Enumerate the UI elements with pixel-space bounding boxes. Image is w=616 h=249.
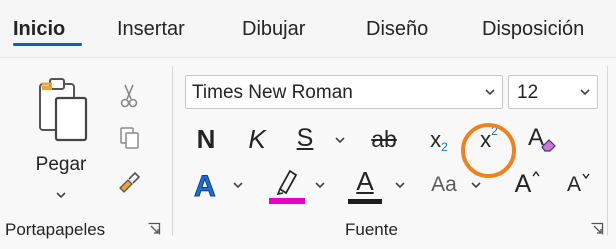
ribbon: Pegar Portapapeles Times New Roman 12 N … xyxy=(0,58,616,249)
tab-inicio[interactable]: Inicio xyxy=(13,18,65,41)
highlight-color-button[interactable] xyxy=(268,164,306,206)
ribbon-tabs: Inicio Insertar Dibujar Diseño Disposici… xyxy=(0,0,616,60)
chevron-down-icon xyxy=(580,89,590,96)
highlighter-icon xyxy=(269,169,305,204)
text-effects-icon: A xyxy=(194,170,217,203)
font-color-letter: A xyxy=(356,166,374,196)
font-color-button[interactable]: A xyxy=(348,164,382,206)
grow-font-letter: A xyxy=(514,169,532,198)
font-name-combobox[interactable]: Times New Roman xyxy=(185,75,503,109)
font-size-combobox[interactable]: 12 xyxy=(508,75,598,109)
italic-button[interactable]: K xyxy=(244,122,270,156)
copy-icon[interactable] xyxy=(113,122,145,154)
underline-button[interactable]: S xyxy=(292,120,318,156)
clear-formatting-button[interactable]: A xyxy=(524,120,560,156)
change-case-button[interactable]: Aa xyxy=(424,168,464,202)
font-dialog-launcher-icon[interactable] xyxy=(590,222,604,236)
paste-icon xyxy=(39,78,88,142)
clipboard-dialog-launcher-icon[interactable] xyxy=(147,222,161,236)
font-color-dropdown-chevron-icon[interactable] xyxy=(394,179,406,191)
highlight-dropdown-chevron-icon[interactable] xyxy=(314,179,326,191)
clipboard-group-label: Portapapeles xyxy=(5,220,106,239)
text-effects-dropdown-chevron-icon[interactable] xyxy=(232,179,244,191)
chevron-down-icon xyxy=(485,89,495,96)
clear-formatting-icon: A xyxy=(528,124,556,152)
font-size-value: 12 xyxy=(517,82,539,103)
subscript-base: x xyxy=(430,127,442,152)
tab-insertar[interactable]: Insertar xyxy=(117,18,185,41)
group-separator xyxy=(172,66,173,236)
font-name-value: Times New Roman xyxy=(192,82,353,103)
paste-dropdown-chevron-icon[interactable] xyxy=(50,187,72,203)
caret-up-icon xyxy=(532,170,540,177)
subscript-button[interactable]: x 2 xyxy=(422,122,456,158)
shrink-font-button[interactable]: A xyxy=(562,168,596,202)
paste-label: Pegar xyxy=(35,154,87,175)
active-tab-indicator xyxy=(13,43,82,46)
change-case-dropdown-chevron-icon[interactable] xyxy=(470,179,482,191)
paste-button[interactable]: Pegar xyxy=(20,70,102,206)
bold-button[interactable]: N xyxy=(192,122,220,156)
text-effects-button[interactable]: A xyxy=(190,166,224,204)
cut-icon[interactable] xyxy=(113,80,145,112)
shrink-font-letter: A xyxy=(566,173,581,196)
font-group-label: Fuente xyxy=(345,220,398,239)
caret-down-icon xyxy=(582,173,590,180)
subscript-mark: 2 xyxy=(441,140,448,154)
tab-disposicion[interactable]: Disposición xyxy=(482,18,584,41)
svg-text:A: A xyxy=(194,170,216,202)
superscript-highlight-circle xyxy=(461,123,516,178)
group-separator xyxy=(607,66,608,236)
tab-dibujar[interactable]: Dibujar xyxy=(242,18,305,41)
grow-font-button[interactable]: A xyxy=(510,166,546,202)
format-painter-icon[interactable] xyxy=(113,166,145,198)
strikethrough-button[interactable]: ab xyxy=(366,122,402,156)
underline-dropdown-chevron-icon[interactable] xyxy=(334,134,346,146)
font-color-swatch xyxy=(348,199,382,204)
tab-diseno[interactable]: Diseño xyxy=(366,18,428,41)
